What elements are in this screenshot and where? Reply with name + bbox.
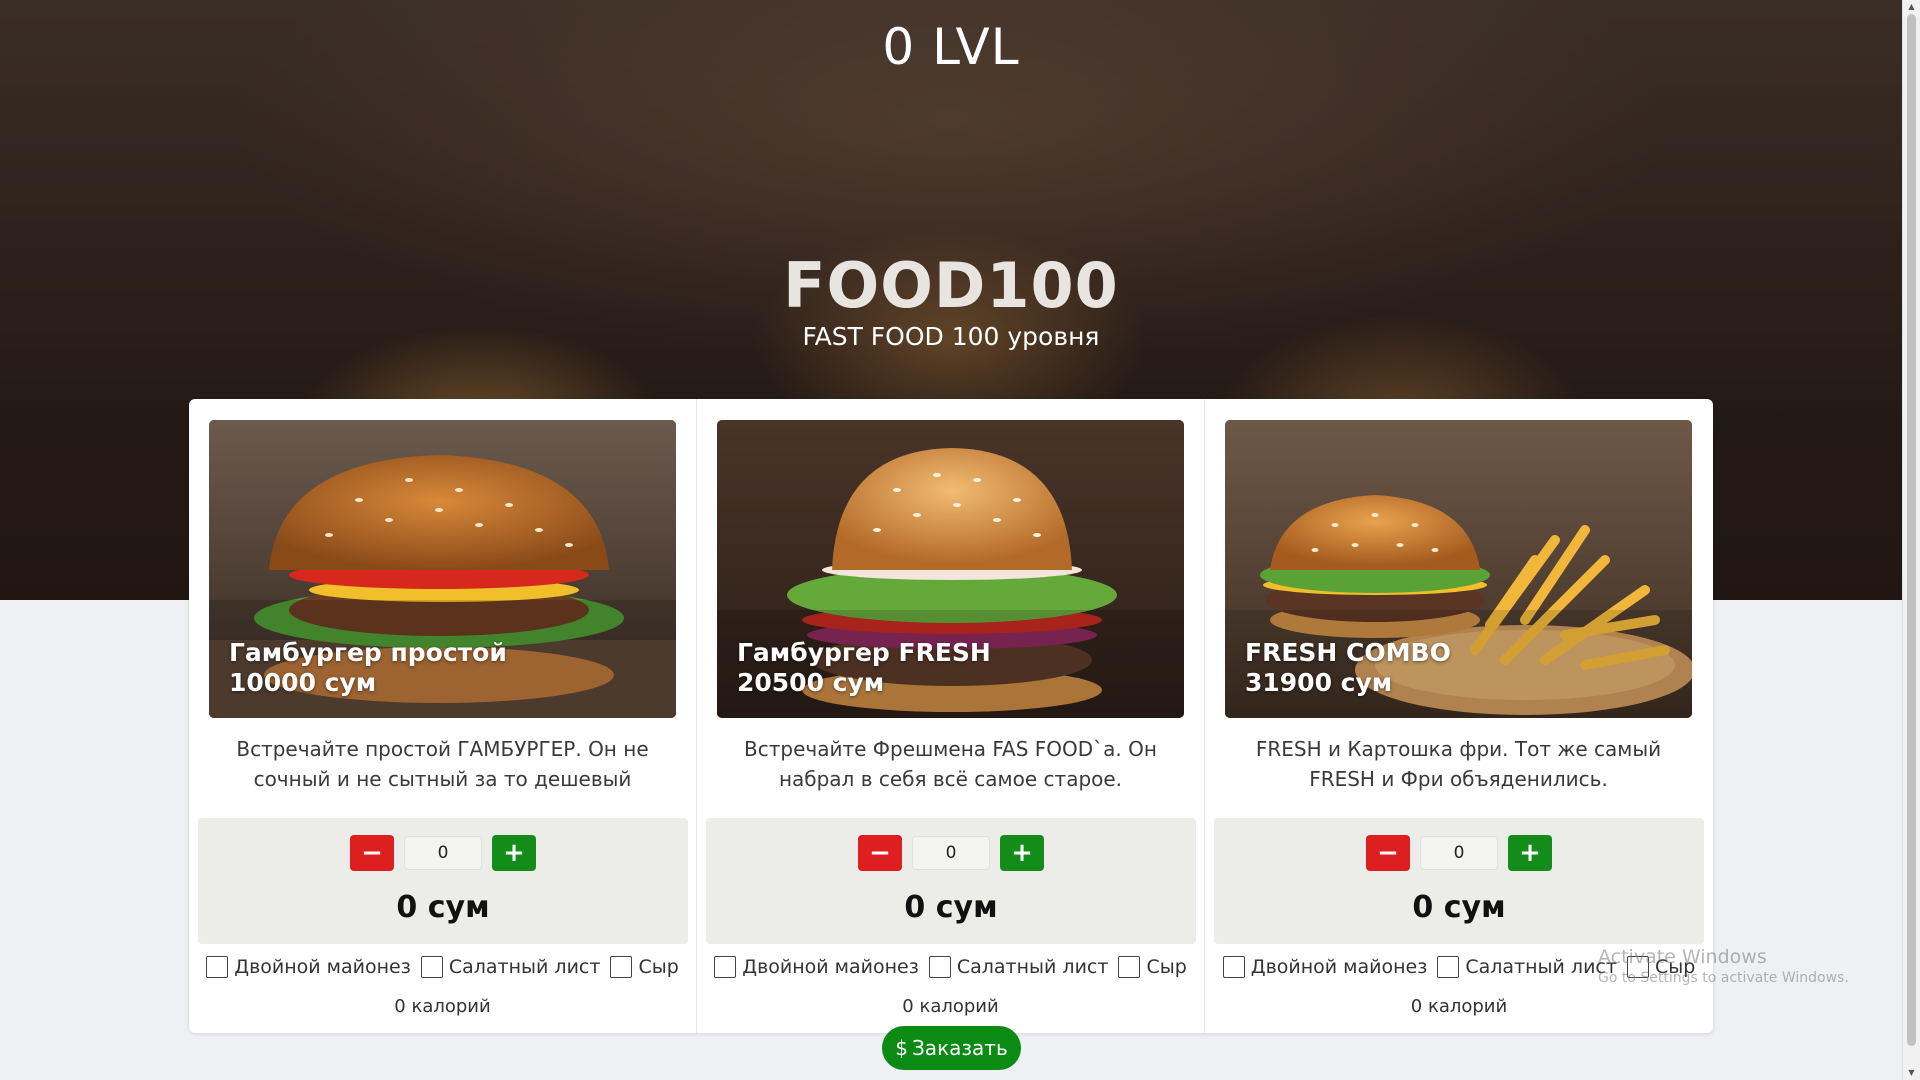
product-card: Гамбургер FRESH 20500 сум Встречайте Фре… bbox=[697, 399, 1205, 1033]
checkbox[interactable] bbox=[1118, 956, 1141, 978]
scrollbar-thumb[interactable] bbox=[1907, 14, 1916, 1046]
extras-list: Двойной майонез Салатный лист Сыр bbox=[697, 956, 1204, 978]
extra-label: Салатный лист bbox=[956, 956, 1109, 978]
product-description: FRESH и Картошка фри. Тот же самый FRESH… bbox=[1255, 737, 1662, 791]
watermark-title: Activate Windows bbox=[1598, 946, 1767, 968]
calories: 0 калорий bbox=[394, 996, 491, 1017]
brand-title: FOOD100 bbox=[783, 249, 1119, 322]
product-card: Гамбургер простой 10000 сум Встречайте п… bbox=[189, 399, 697, 1033]
product-name: Гамбургер FRESH bbox=[737, 638, 991, 667]
product-total: 0 сум bbox=[904, 890, 998, 925]
product-image: Гамбургер FRESH 20500 сум bbox=[717, 420, 1184, 718]
watermark-subtitle: Go to Settings to activate Windows. bbox=[1598, 970, 1849, 986]
calories: 0 калорий bbox=[1410, 996, 1508, 1017]
extra-label: Двойной майонез bbox=[234, 956, 411, 978]
dollar-icon: $ bbox=[895, 1036, 908, 1060]
increment-button[interactable]: + bbox=[492, 835, 536, 871]
product-card: FRESH COMBO 31900 сум FRESH и Картошка ф… bbox=[1205, 399, 1713, 1033]
decrement-button[interactable]: − bbox=[858, 835, 902, 871]
product-name: FRESH COMBO bbox=[1245, 638, 1451, 667]
extra-double-mayo[interactable]: Двойной майонез bbox=[1222, 956, 1428, 978]
checkbox[interactable] bbox=[714, 956, 737, 978]
checkbox[interactable] bbox=[1222, 956, 1245, 978]
scroll-down-arrow-icon[interactable]: ▼ bbox=[1903, 1066, 1920, 1080]
windows-activation-watermark: Activate Windows Go to Settings to activ… bbox=[1598, 946, 1849, 986]
checkbox[interactable] bbox=[420, 956, 443, 978]
product-name: Гамбургер простой bbox=[229, 638, 507, 667]
brand-block: FOOD100 FAST FOOD 100 уровня bbox=[0, 249, 1902, 352]
extra-label: Сыр bbox=[1146, 956, 1187, 978]
increment-button[interactable]: + bbox=[1508, 835, 1552, 871]
product-title: FRESH COMBO 31900 сум bbox=[1245, 638, 1451, 698]
order-label: Заказать bbox=[911, 1036, 1008, 1060]
brand-subtitle: FAST FOOD 100 уровня bbox=[802, 322, 1100, 351]
extra-label: Двойной майонез bbox=[1250, 956, 1428, 978]
checkbox[interactable] bbox=[206, 956, 229, 978]
extra-label: Салатный лист bbox=[1465, 956, 1617, 978]
product-image: Гамбургер простой 10000 сум bbox=[209, 420, 676, 718]
product-total: 0 сум bbox=[396, 890, 490, 925]
order-button[interactable]: $ Заказать bbox=[882, 1026, 1021, 1070]
quantity-box: − + 0 сум bbox=[1214, 818, 1704, 944]
products-panel: Гамбургер простой 10000 сум Встречайте п… bbox=[189, 399, 1713, 1033]
extra-cheese[interactable]: Сыр bbox=[1118, 956, 1187, 978]
product-title: Гамбургер FRESH 20500 сум bbox=[737, 638, 991, 698]
checkbox[interactable] bbox=[1437, 956, 1460, 978]
product-price: 20500 сум bbox=[737, 668, 885, 697]
quantity-box: − + 0 сум bbox=[706, 818, 1196, 944]
quantity-box: − + 0 сум bbox=[198, 818, 688, 944]
extra-lettuce[interactable]: Салатный лист bbox=[928, 956, 1109, 978]
extra-label: Двойной майонез bbox=[742, 956, 919, 978]
vertical-scrollbar[interactable]: ▲ ▼ bbox=[1902, 0, 1920, 1080]
extra-double-mayo[interactable]: Двойной майонез bbox=[714, 956, 919, 978]
product-image: FRESH COMBO 31900 сум bbox=[1225, 420, 1692, 718]
extra-label: Сыр bbox=[638, 956, 679, 978]
extra-cheese[interactable]: Сыр bbox=[610, 956, 679, 978]
product-description: Встречайте Фрешмена FAS FOOD`а. Он набра… bbox=[744, 737, 1157, 791]
product-title: Гамбургер простой 10000 сум bbox=[229, 638, 507, 698]
decrement-button[interactable]: − bbox=[1366, 835, 1410, 871]
product-price: 31900 сум bbox=[1245, 668, 1393, 697]
extra-label: Салатный лист bbox=[448, 956, 601, 978]
scroll-up-arrow-icon[interactable]: ▲ bbox=[1903, 0, 1920, 14]
product-total: 0 сум bbox=[1412, 890, 1506, 925]
product-price: 10000 сум bbox=[229, 668, 377, 697]
calories: 0 калорий bbox=[902, 996, 999, 1017]
quantity-input[interactable] bbox=[912, 836, 990, 870]
quantity-input[interactable] bbox=[404, 836, 482, 870]
increment-button[interactable]: + bbox=[1000, 835, 1044, 871]
product-description: Встречайте простой ГАМБУРГЕР. Он не сочн… bbox=[236, 737, 649, 791]
checkbox[interactable] bbox=[610, 956, 633, 978]
extra-lettuce[interactable]: Салатный лист bbox=[420, 956, 601, 978]
level-indicator: 0 LVL bbox=[882, 18, 1020, 76]
decrement-button[interactable]: − bbox=[350, 835, 394, 871]
quantity-input[interactable] bbox=[1420, 836, 1498, 870]
extras-list: Двойной майонез Салатный лист Сыр bbox=[189, 956, 696, 978]
extra-lettuce[interactable]: Салатный лист bbox=[1437, 956, 1617, 978]
checkbox[interactable] bbox=[928, 956, 951, 978]
extra-double-mayo[interactable]: Двойной майонез bbox=[206, 956, 411, 978]
